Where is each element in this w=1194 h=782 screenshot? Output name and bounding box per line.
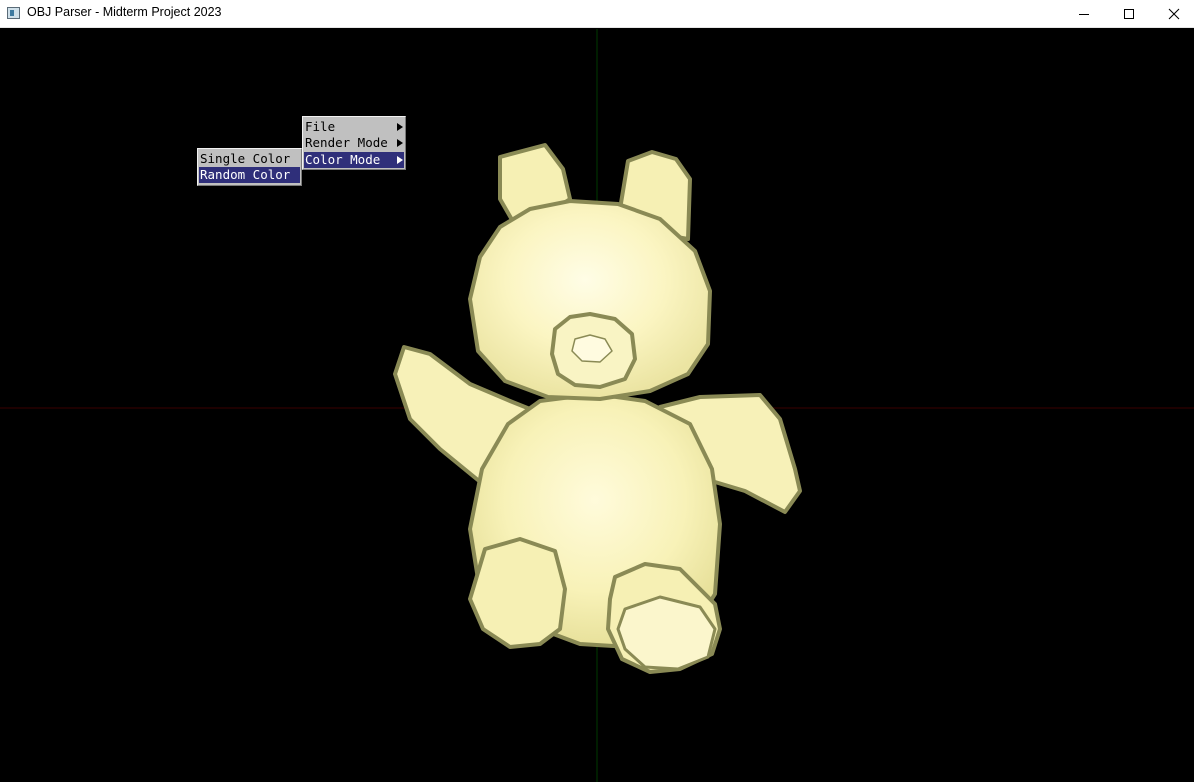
minimize-icon	[1079, 14, 1089, 15]
app-window-icon	[7, 7, 20, 19]
title-bar[interactable]: OBJ Parser - Midterm Project 2023	[0, 0, 1194, 28]
close-icon	[1168, 8, 1180, 20]
submenu-arrow-icon	[397, 139, 403, 147]
left-leg	[468, 537, 567, 649]
menu-item-random-color-label: Random Color	[200, 167, 291, 182]
submenu-arrow-icon	[397, 123, 403, 131]
app-window: OBJ Parser - Midterm Project 2023 File R…	[0, 0, 1194, 782]
menu-item-render-mode[interactable]: Render Mode	[304, 135, 404, 151]
minimize-button[interactable]	[1061, 0, 1107, 28]
maximize-button[interactable]	[1106, 0, 1152, 28]
submenu-arrow-icon	[397, 156, 403, 164]
color-mode-submenu: Single Color Random Color	[197, 148, 302, 186]
menu-item-color-mode[interactable]: Color Mode	[304, 152, 404, 168]
teddy-bear-model	[393, 143, 802, 674]
maximize-icon	[1124, 9, 1134, 19]
menu-item-file-label: File	[305, 119, 336, 134]
menu-item-file[interactable]: File	[304, 119, 404, 135]
menu-item-color-mode-label: Color Mode	[305, 152, 381, 167]
window-title: OBJ Parser - Midterm Project 2023	[27, 5, 222, 19]
menu-item-random-color[interactable]: Random Color	[199, 167, 300, 183]
menu-item-single-color-label: Single Color	[200, 151, 291, 166]
teddy-bear-scene	[0, 29, 1194, 782]
context-menu: File Render Mode Color Mode	[302, 116, 406, 170]
close-button[interactable]	[1151, 0, 1194, 28]
menu-item-render-mode-label: Render Mode	[305, 135, 388, 150]
menu-item-single-color[interactable]: Single Color	[199, 151, 300, 167]
opengl-viewport[interactable]: File Render Mode Color Mode Single Color…	[0, 29, 1194, 782]
